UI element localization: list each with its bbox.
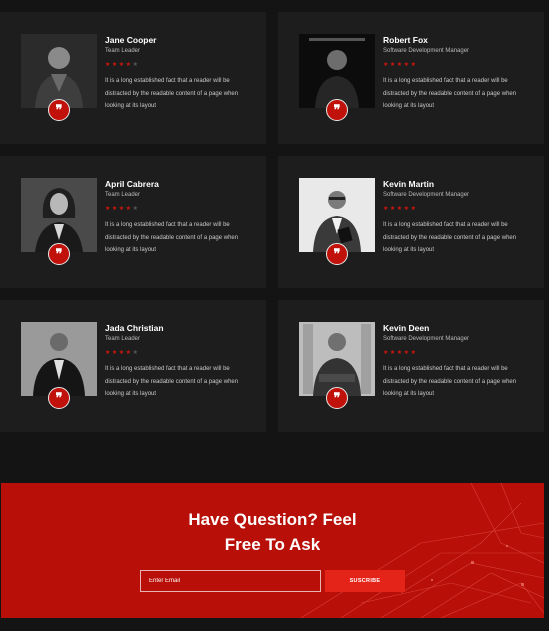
- star-icon: ★: [105, 350, 112, 356]
- star-icon: ★: [125, 350, 133, 356]
- testimonial-role: Software Development Manager: [383, 336, 470, 342]
- portrait-photo: [299, 178, 375, 252]
- star-icon: ★: [403, 206, 411, 212]
- testimonial-text: It is a long established fact that a rea…: [105, 222, 239, 253]
- testimonial-role: Team Leader: [105, 192, 141, 198]
- star-rating: ★★★★★: [105, 61, 255, 69]
- testimonial-card: ❞ Jada Christian Team Leader ★★★★★ It is…: [0, 300, 266, 432]
- star-icon: ★: [111, 62, 119, 68]
- star-icon: ★: [383, 206, 390, 212]
- star-icon: ★: [105, 62, 112, 68]
- testimonial-text: It is a long established fact that a rea…: [383, 78, 517, 109]
- avatar: [299, 34, 375, 108]
- star-icon: ★: [389, 62, 397, 68]
- star-icon: ★: [118, 206, 126, 212]
- testimonial-name: April Cabrera: [105, 179, 159, 189]
- testimonial-card: ❞ Kevin Martin Software Development Mana…: [278, 156, 544, 288]
- star-icon: ★: [118, 350, 126, 356]
- portrait-photo: [21, 178, 97, 252]
- portrait-photo: [299, 322, 375, 396]
- testimonial-name: Kevin Deen: [383, 323, 430, 333]
- star-icon: ★: [132, 206, 140, 212]
- quote-icon: ❞: [326, 99, 348, 121]
- testimonial-role: Team Leader: [105, 48, 141, 54]
- quote-icon: ❞: [326, 387, 348, 409]
- testimonial-card: ❞ Jane Cooper Team Leader ★★★★★ It is a …: [0, 12, 266, 144]
- star-icon: ★: [389, 350, 397, 356]
- testimonial-card: ❞ Robert Fox Software Development Manage…: [278, 12, 544, 144]
- star-icon: ★: [111, 350, 119, 356]
- testimonial-text: It is a long established fact that a rea…: [105, 366, 239, 397]
- star-icon: ★: [125, 62, 133, 68]
- star-icon: ★: [403, 350, 411, 356]
- star-icon: ★: [396, 62, 404, 68]
- avatar: [21, 34, 97, 108]
- cta-heading: Have Question? Feel Free To Ask: [1, 507, 544, 557]
- star-icon: ★: [410, 350, 418, 356]
- testimonial-role: Software Development Manager: [383, 192, 470, 198]
- star-icon: ★: [132, 350, 140, 356]
- star-rating: ★★★★★: [105, 205, 255, 213]
- avatar: [299, 322, 375, 396]
- avatar: [299, 178, 375, 252]
- quote-icon: ❞: [48, 99, 70, 121]
- quote-icon: ❞: [326, 243, 348, 265]
- portrait-photo: [21, 34, 97, 108]
- testimonial-text: It is a long established fact that a rea…: [105, 78, 239, 109]
- star-rating: ★★★★★: [105, 349, 255, 357]
- cta-heading-line-1: Have Question? Feel: [188, 510, 357, 529]
- testimonial-name: Jada Christian: [105, 323, 164, 333]
- subscribe-button[interactable]: SUSCRIBE: [325, 570, 405, 592]
- testimonial-name: Kevin Martin: [383, 179, 435, 189]
- star-icon: ★: [383, 62, 390, 68]
- contact-cta-section: Have Question? Feel Free To Ask SUSCRIBE: [1, 483, 544, 618]
- star-icon: ★: [396, 206, 404, 212]
- testimonial-role: Team Leader: [105, 336, 141, 342]
- star-icon: ★: [403, 62, 411, 68]
- star-icon: ★: [125, 206, 133, 212]
- portrait-photo: [21, 322, 97, 396]
- cta-heading-line-2: Free To Ask: [224, 535, 321, 554]
- star-icon: ★: [410, 206, 418, 212]
- testimonial-text: It is a long established fact that a rea…: [383, 222, 517, 253]
- testimonial-text: It is a long established fact that a rea…: [383, 366, 517, 397]
- star-rating: ★★★★★: [383, 61, 533, 69]
- star-icon: ★: [111, 206, 119, 212]
- quote-icon: ❞: [48, 387, 70, 409]
- testimonial-name: Robert Fox: [383, 35, 428, 45]
- star-icon: ★: [389, 206, 397, 212]
- email-input[interactable]: [140, 570, 321, 592]
- testimonial-card: ❞ Kevin Deen Software Development Manage…: [278, 300, 544, 432]
- avatar: [21, 178, 97, 252]
- star-icon: ★: [396, 350, 404, 356]
- testimonial-name: Jane Cooper: [105, 35, 157, 45]
- star-icon: ★: [383, 350, 390, 356]
- star-icon: ★: [132, 62, 140, 68]
- star-icon: ★: [105, 206, 112, 212]
- testimonials-page: ❞ Jane Cooper Team Leader ★★★★★ It is a …: [0, 0, 549, 631]
- portrait-photo: [299, 34, 375, 108]
- testimonial-card: ❞ April Cabrera Team Leader ★★★★★ It is …: [0, 156, 266, 288]
- testimonial-role: Software Development Manager: [383, 48, 470, 54]
- avatar: [21, 322, 97, 396]
- quote-icon: ❞: [48, 243, 70, 265]
- star-icon: ★: [410, 62, 418, 68]
- star-rating: ★★★★★: [383, 349, 533, 357]
- star-rating: ★★★★★: [383, 205, 533, 213]
- star-icon: ★: [118, 62, 126, 68]
